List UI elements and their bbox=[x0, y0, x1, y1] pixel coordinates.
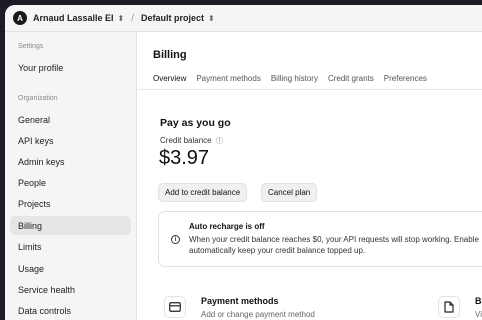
notice-text: When your credit balance reaches $0, you… bbox=[189, 235, 479, 255]
tabs-divider bbox=[138, 89, 482, 90]
sidebar-section-settings: Settings bbox=[18, 43, 44, 50]
tab-credit-grants[interactable]: Credit grants bbox=[328, 74, 374, 90]
add-credit-button[interactable]: Add to credit balance bbox=[158, 183, 248, 202]
sidebar-item-people[interactable]: People bbox=[10, 173, 131, 192]
billing-history-card-subtitle: Vi bbox=[475, 310, 482, 319]
payment-methods-card-subtitle: Add or change payment method bbox=[201, 310, 315, 319]
credit-balance-label: Credit balance ⓘ bbox=[160, 136, 223, 146]
auto-recharge-notice: i Auto recharge is off When your credit … bbox=[158, 211, 482, 267]
sidebar-item-admin-keys[interactable]: Admin keys bbox=[10, 152, 131, 171]
org-switcher[interactable]: Arnaud Lassalle EI bbox=[33, 13, 114, 23]
credit-balance-text: Credit balance bbox=[160, 136, 212, 145]
app-window: A Arnaud Lassalle EI ⬍ / Default project… bbox=[5, 5, 482, 320]
tab-payment-methods[interactable]: Payment methods bbox=[196, 74, 260, 90]
top-bar: A Arnaud Lassalle EI ⬍ / Default project… bbox=[5, 5, 482, 32]
sidebar: Settings Your profile Organization Gener… bbox=[5, 32, 137, 320]
sidebar-item-api-keys[interactable]: API keys bbox=[10, 131, 131, 150]
document-icon[interactable] bbox=[438, 296, 460, 318]
payment-methods-card-title[interactable]: Payment methods bbox=[201, 296, 279, 306]
plan-title: Pay as you go bbox=[160, 117, 231, 129]
breadcrumb-separator: / bbox=[131, 12, 135, 24]
page-title: Billing bbox=[153, 49, 187, 61]
main-content: Billing Overview Payment methods Billing… bbox=[138, 32, 482, 320]
document-icon-svg bbox=[444, 301, 454, 313]
tab-billing-history[interactable]: Billing history bbox=[271, 74, 318, 90]
sidebar-item-general[interactable]: General bbox=[10, 110, 131, 129]
billing-history-card-title[interactable]: Bi bbox=[475, 296, 482, 306]
cancel-plan-button[interactable]: Cancel plan bbox=[261, 183, 318, 202]
credit-balance-amount: $3.97 bbox=[159, 147, 210, 169]
info-icon: i bbox=[171, 235, 180, 244]
credit-card-icon[interactable] bbox=[164, 296, 186, 318]
tab-preferences[interactable]: Preferences bbox=[384, 74, 427, 90]
info-icon[interactable]: ⓘ bbox=[216, 138, 223, 145]
sidebar-item-service-health[interactable]: Service health bbox=[10, 280, 131, 299]
project-switcher[interactable]: Default project bbox=[141, 13, 204, 23]
org-avatar[interactable]: A bbox=[13, 11, 27, 25]
sidebar-section-organization: Organization bbox=[18, 95, 58, 102]
sidebar-item-data-controls[interactable]: Data controls bbox=[10, 301, 131, 320]
tab-overview[interactable]: Overview bbox=[153, 74, 187, 90]
sidebar-item-limits[interactable]: Limits bbox=[10, 237, 131, 256]
sidebar-item-projects[interactable]: Projects bbox=[10, 194, 131, 213]
sidebar-item-your-profile[interactable]: Your profile bbox=[10, 58, 131, 77]
credit-card-icon-svg bbox=[169, 302, 181, 312]
sidebar-item-billing[interactable]: Billing bbox=[10, 216, 131, 235]
sidebar-item-usage[interactable]: Usage bbox=[10, 259, 131, 278]
notice-title: Auto recharge is off bbox=[189, 222, 265, 231]
chevron-updown-icon[interactable]: ⬍ bbox=[118, 14, 125, 23]
chevron-updown-icon[interactable]: ⬍ bbox=[208, 14, 215, 23]
billing-tabs: Overview Payment methods Billing history… bbox=[153, 74, 427, 90]
